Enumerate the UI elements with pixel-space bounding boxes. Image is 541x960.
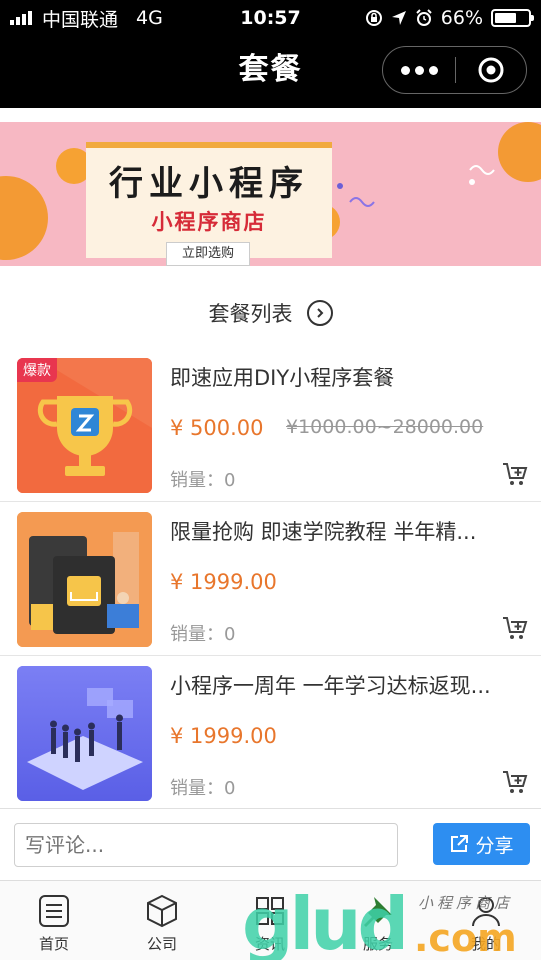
share-icon bbox=[451, 835, 469, 852]
product-name: 即速应用DIY小程序套餐 bbox=[170, 366, 395, 390]
list-icon bbox=[39, 895, 69, 927]
product-item[interactable]: 爆款 即速应用DIY小程序套餐 ¥ 500.00 ¥1000.00~28000.… bbox=[0, 348, 541, 502]
product-sales: 销量：0 bbox=[170, 624, 236, 645]
status-right: 66% bbox=[365, 0, 534, 36]
product-image bbox=[17, 512, 152, 647]
buy-now-button[interactable]: 立即选购 bbox=[166, 242, 250, 266]
more-icon[interactable] bbox=[383, 65, 455, 75]
network-label: 4G bbox=[136, 7, 163, 29]
tab-home[interactable]: 首页 bbox=[0, 881, 108, 960]
share-label: 分享 bbox=[475, 834, 514, 857]
signal-icon bbox=[10, 11, 32, 25]
promo-banner[interactable]: 行业小程序 小程序商店 立即选购 bbox=[0, 122, 541, 266]
location-icon bbox=[391, 11, 406, 25]
course-image bbox=[17, 512, 152, 647]
tab-label: 公司 bbox=[146, 935, 177, 953]
product-item[interactable]: 限量抢购 即速学院教程 半年精... ¥ 1999.00 销量：0 bbox=[0, 502, 541, 656]
hot-tag: 爆款 bbox=[17, 358, 57, 382]
product-price: ¥ 1999.00 bbox=[170, 570, 277, 594]
product-sales: 销量：0 bbox=[170, 470, 236, 491]
tab-service[interactable]: 服务 bbox=[324, 881, 432, 960]
cube-icon bbox=[147, 894, 177, 928]
product-name: 限量抢购 即速学院教程 半年精... bbox=[170, 520, 477, 544]
product-original-price: ¥1000.00~28000.00 bbox=[286, 416, 484, 438]
product-price: ¥ 1999.00 bbox=[170, 724, 277, 748]
tab-company[interactable]: 公司 bbox=[108, 881, 216, 960]
product-price: ¥ 500.00 bbox=[170, 416, 264, 440]
battery-icon bbox=[491, 9, 534, 27]
product-list: 爆款 即速应用DIY小程序套餐 ¥ 500.00 ¥1000.00~28000.… bbox=[0, 348, 541, 810]
user-icon bbox=[472, 897, 500, 927]
status-left: 中国联通 4G bbox=[10, 0, 163, 36]
tab-label: 首页 bbox=[38, 935, 69, 953]
pin-icon bbox=[364, 897, 392, 927]
add-to-cart-icon[interactable] bbox=[501, 460, 529, 488]
tab-label: 资讯 bbox=[254, 935, 285, 953]
product-image: 爆款 bbox=[17, 358, 152, 493]
product-image bbox=[17, 666, 152, 801]
tab-news[interactable]: 资讯 bbox=[216, 881, 324, 960]
status-bar: 中国联通 4G 10:57 66% bbox=[0, 0, 541, 36]
section-title: 套餐列表 bbox=[208, 302, 293, 326]
section-header[interactable]: 套餐列表 bbox=[0, 290, 541, 336]
add-to-cart-icon[interactable] bbox=[501, 614, 529, 642]
share-button[interactable]: 分享 bbox=[433, 823, 530, 865]
banner-card: 行业小程序 小程序商店 立即选购 bbox=[86, 142, 332, 266]
carrier-label: 中国联通 bbox=[42, 8, 119, 31]
tab-mine[interactable]: 我的 bbox=[432, 881, 540, 960]
banner-title: 行业小程序 bbox=[109, 164, 309, 204]
product-sales: 销量：0 bbox=[170, 778, 236, 799]
miniprogram-capsule bbox=[382, 46, 527, 94]
tab-label: 服务 bbox=[362, 935, 393, 953]
alarm-icon bbox=[416, 9, 432, 26]
close-target-icon[interactable] bbox=[456, 56, 526, 84]
product-item[interactable]: 小程序一周年 一年学习达标返现... ¥ 1999.00 销量：0 bbox=[0, 656, 541, 810]
comment-bar: 分享 bbox=[0, 808, 541, 878]
battery-percent: 66% bbox=[440, 7, 483, 29]
team-image bbox=[17, 666, 152, 801]
grid-icon bbox=[256, 897, 284, 925]
tab-bar: 首页 公司 资讯 服务 我的 bbox=[0, 880, 541, 960]
tab-label: 我的 bbox=[470, 935, 501, 953]
chevron-right-icon[interactable] bbox=[306, 300, 333, 326]
product-name: 小程序一周年 一年学习达标返现... bbox=[170, 674, 491, 698]
add-to-cart-icon[interactable] bbox=[501, 768, 529, 796]
comment-input[interactable] bbox=[14, 823, 398, 867]
nav-bar: 套餐 bbox=[0, 36, 541, 108]
banner-subtitle: 小程序商店 bbox=[151, 210, 267, 234]
rotation-lock-icon bbox=[365, 10, 382, 26]
